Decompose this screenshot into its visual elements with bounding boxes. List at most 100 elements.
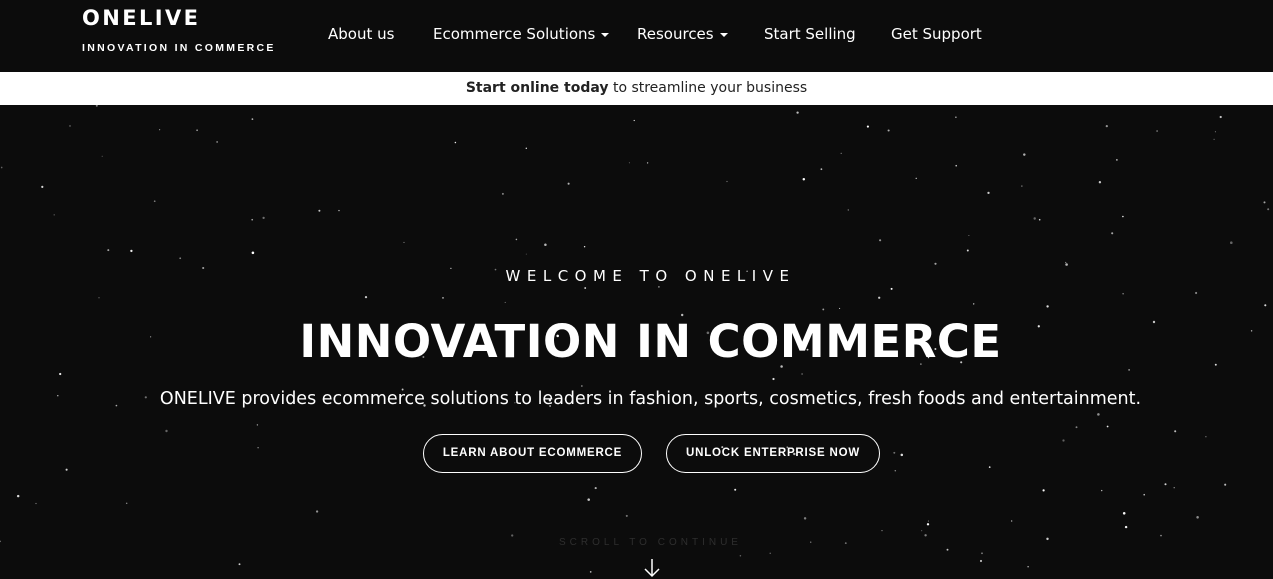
star-dot [987, 191, 990, 195]
announcement-bar[interactable]: Start online today to streamline your bu… [0, 72, 1273, 105]
star-dot [966, 249, 969, 252]
star-dot [934, 262, 937, 265]
star-dot [1062, 439, 1065, 442]
announcement-bold: Start online today [465, 80, 609, 96]
star-dot [1214, 131, 1216, 133]
star-dot [251, 118, 254, 120]
nav-item-ecommerce-solutions[interactable]: Ecommerce Solutions [433, 25, 610, 43]
star-dot [153, 200, 156, 203]
brand-name: ONELIVE [82, 6, 201, 30]
hero-section: WELCOME TO ONELIVE INNOVATION IN COMMERC… [0, 105, 1273, 579]
star-dot [35, 502, 37, 505]
star-dot [101, 155, 103, 157]
star-dot [839, 307, 841, 309]
hero-headline: INNOVATION IN COMMERCE [299, 315, 1002, 368]
arrow-down-icon[interactable] [643, 558, 661, 578]
star-dot [658, 286, 660, 288]
star-dot [1065, 261, 1067, 264]
star-dot [1263, 201, 1266, 204]
star-dot [881, 529, 883, 532]
star-dot [125, 502, 128, 505]
star-dot [256, 424, 259, 426]
nav-item-resources[interactable]: Resources [637, 25, 728, 43]
brand-logo[interactable]: ONELIVE INNOVATION IN COMMERCE [82, 6, 276, 54]
star-dot [955, 116, 957, 119]
caret-down-icon [719, 32, 728, 37]
star-dot [1174, 430, 1177, 433]
star-dot [879, 239, 882, 242]
star-dot [801, 373, 803, 375]
star-dot [16, 494, 20, 498]
star-dot [734, 488, 737, 491]
star-dot [1196, 516, 1199, 519]
star-dot [59, 372, 62, 376]
star-dot [739, 555, 742, 557]
star-dot [587, 498, 590, 501]
nav-item-start-selling[interactable]: Start Selling [764, 25, 856, 43]
nav-item-label: About us [328, 25, 395, 43]
star-dot [1143, 493, 1145, 496]
star-dot [515, 238, 518, 241]
star-dot [403, 241, 405, 243]
star-dot [878, 296, 881, 299]
star-dot [159, 129, 161, 131]
caret-down-icon [601, 32, 610, 37]
star-dot [894, 470, 897, 472]
star-dot [1011, 520, 1013, 522]
learn-about-ecommerce-button[interactable]: LEARN ABOUT ECOMMERCE [423, 434, 642, 473]
star-dot [921, 530, 923, 532]
nav-item-label: Ecommerce Solutions [433, 25, 596, 43]
nav-item-label: Resources [637, 25, 714, 43]
star-dot [988, 466, 991, 468]
star-dot [53, 214, 55, 216]
star-dot [594, 487, 597, 490]
star-dot [567, 182, 570, 185]
star-dot [262, 216, 265, 220]
star-dot [1027, 566, 1029, 568]
star-dot [840, 152, 842, 155]
star-dot [442, 297, 444, 299]
star-dot [926, 523, 930, 526]
star-dot [968, 234, 970, 237]
nav-item-get-support[interactable]: Get Support [891, 25, 982, 43]
star-dot [887, 129, 890, 132]
star-dot [1101, 489, 1103, 492]
star-dot [216, 141, 218, 143]
star-dot [1224, 483, 1227, 486]
star-dot [981, 552, 983, 555]
nav-item-label: Get Support [891, 25, 982, 43]
star-dot [822, 308, 825, 311]
star-dot [915, 177, 917, 179]
star-dot [1065, 263, 1068, 266]
star-dot [130, 249, 133, 253]
star-dot [98, 297, 100, 299]
star-dot [646, 162, 649, 164]
star-dot [581, 385, 583, 387]
star-dot [95, 105, 98, 107]
star-dot [251, 218, 254, 221]
star-dot [890, 287, 893, 290]
star-dot [802, 178, 806, 181]
star-dot [1195, 291, 1198, 295]
star-dot [257, 446, 259, 449]
star-dot [946, 548, 949, 551]
star-dot [1075, 426, 1078, 429]
announcement-text: to streamline your business [608, 80, 808, 96]
star-dot [501, 192, 504, 195]
nav-item-about-us[interactable]: About us [328, 25, 394, 43]
scroll-label: SCROLL TO CONTINUE [559, 537, 742, 548]
star-dot [1038, 218, 1041, 221]
star-dot [1122, 215, 1124, 218]
star-dot [1021, 185, 1023, 187]
star-dot [1098, 181, 1102, 184]
star-dot [866, 125, 869, 128]
top-navigation: ONELIVE INNOVATION IN COMMERCE About us … [0, 0, 1273, 72]
star-dot [847, 209, 850, 211]
unlock-enterprise-button[interactable]: UNLOCK ENTERPRISE NOW [666, 434, 880, 473]
star-dot [544, 243, 547, 247]
star-dot [955, 164, 957, 167]
star-dot [1106, 425, 1109, 428]
star-dot [179, 257, 182, 260]
star-dot [525, 147, 527, 149]
star-dot [1033, 217, 1036, 220]
